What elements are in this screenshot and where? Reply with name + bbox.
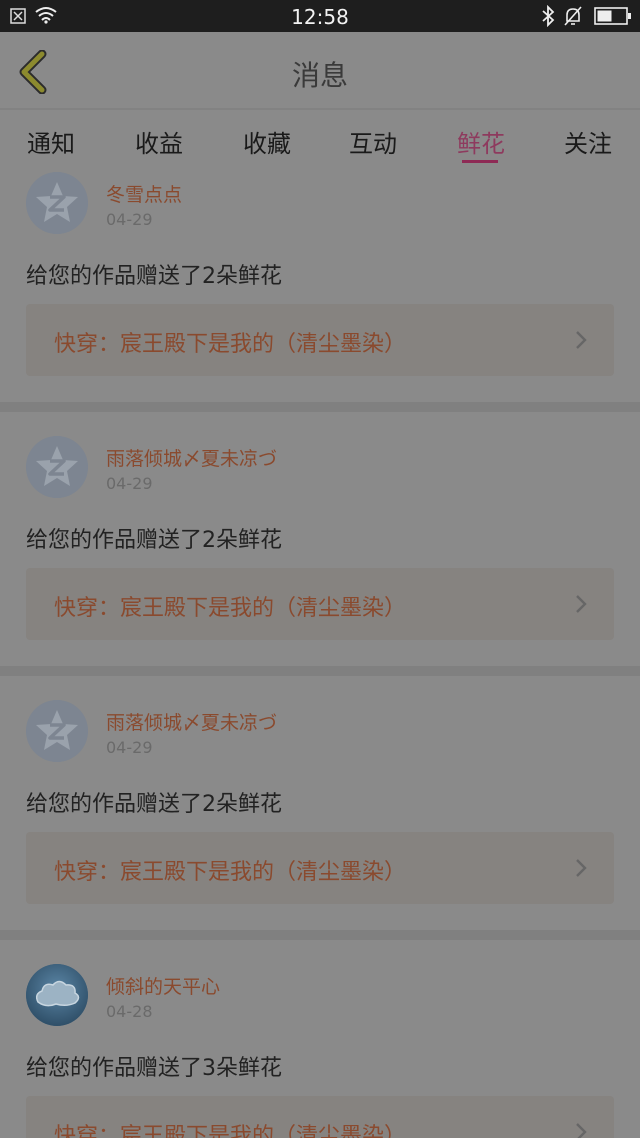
message-text: 给您的作品赠送了2朵鲜花 — [26, 792, 282, 817]
tab-favorites[interactable]: 收藏 — [227, 124, 307, 159]
work-title: 快穿：宸王殿下是我的（清尘墨染） — [54, 860, 407, 885]
message-text: 给您的作品赠送了2朵鲜花 — [26, 528, 282, 553]
tab-notifications[interactable]: 通知 — [11, 124, 91, 159]
bluetooth-icon — [542, 5, 555, 27]
message-text: 给您的作品赠送了2朵鲜花 — [26, 264, 282, 289]
tab-bar: 通知 收益 收藏 互动 鲜花 关注 — [0, 110, 640, 172]
work-link[interactable]: 快穿：宸王殿下是我的（清尘墨染） — [26, 1096, 614, 1138]
list-item: 冬雪点点 04-29 给您的作品赠送了2朵鲜花 快穿：宸王殿下是我的（清尘墨染） — [0, 172, 640, 402]
message-date: 04-29 — [106, 738, 153, 757]
active-tab-indicator — [462, 160, 498, 163]
list-item: 雨落倾城〆夏未凉づ 04-29 给您的作品赠送了2朵鲜花 快穿：宸王殿下是我的（… — [0, 412, 640, 666]
message-date: 04-29 — [106, 474, 153, 493]
message-list[interactable]: 冬雪点点 04-29 给您的作品赠送了2朵鲜花 快穿：宸王殿下是我的（清尘墨染）… — [0, 172, 640, 1138]
list-item: 倾斜的天平心 04-28 给您的作品赠送了3朵鲜花 快穿：宸王殿下是我的（清尘墨… — [0, 940, 640, 1138]
message-text: 给您的作品赠送了3朵鲜花 — [26, 1056, 282, 1081]
default-avatar-icon[interactable] — [26, 436, 88, 498]
default-avatar-icon[interactable] — [26, 172, 88, 234]
chevron-right-icon — [576, 331, 587, 349]
cloud-avatar-icon[interactable] — [26, 964, 88, 1026]
chevron-right-icon — [576, 859, 587, 877]
tab-flowers[interactable]: 鲜花 — [441, 124, 521, 159]
work-link[interactable]: 快穿：宸王殿下是我的（清尘墨染） — [26, 832, 614, 904]
tab-follows[interactable]: 关注 — [548, 124, 628, 159]
page-title: 消息 — [291, 59, 348, 92]
work-title: 快穿：宸王殿下是我的（清尘墨染） — [54, 596, 407, 621]
sender-name[interactable]: 冬雪点点 — [106, 180, 182, 207]
work-link[interactable]: 快穿：宸王殿下是我的（清尘墨染） — [26, 568, 614, 640]
message-date: 04-28 — [106, 1002, 153, 1021]
tab-interactions[interactable]: 互动 — [333, 124, 413, 159]
status-bar: 12:58 — [0, 0, 640, 32]
message-date: 04-29 — [106, 210, 153, 229]
chevron-right-icon — [576, 595, 587, 613]
list-item: 雨落倾城〆夏未凉づ 04-29 给您的作品赠送了2朵鲜花 快穿：宸王殿下是我的（… — [0, 676, 640, 930]
sender-name[interactable]: 雨落倾城〆夏未凉づ — [106, 444, 277, 471]
nav-header: 消息 — [0, 32, 640, 110]
mute-icon — [564, 6, 582, 26]
chevron-right-icon — [576, 1123, 587, 1138]
default-avatar-icon[interactable] — [26, 700, 88, 762]
battery-icon — [594, 7, 631, 25]
work-title: 快穿：宸王殿下是我的（清尘墨染） — [54, 332, 407, 357]
sender-name[interactable]: 倾斜的天平心 — [106, 972, 220, 999]
screen: 12:58 消息 通知 收益 收藏 互动 鲜花 关注 冬雪点点 04-29 给您… — [0, 0, 640, 1138]
work-title: 快穿：宸王殿下是我的（清尘墨染） — [54, 1124, 407, 1138]
sender-name[interactable]: 雨落倾城〆夏未凉づ — [106, 708, 277, 735]
work-link[interactable]: 快穿：宸王殿下是我的（清尘墨染） — [26, 304, 614, 376]
tab-earnings[interactable]: 收益 — [119, 124, 199, 159]
